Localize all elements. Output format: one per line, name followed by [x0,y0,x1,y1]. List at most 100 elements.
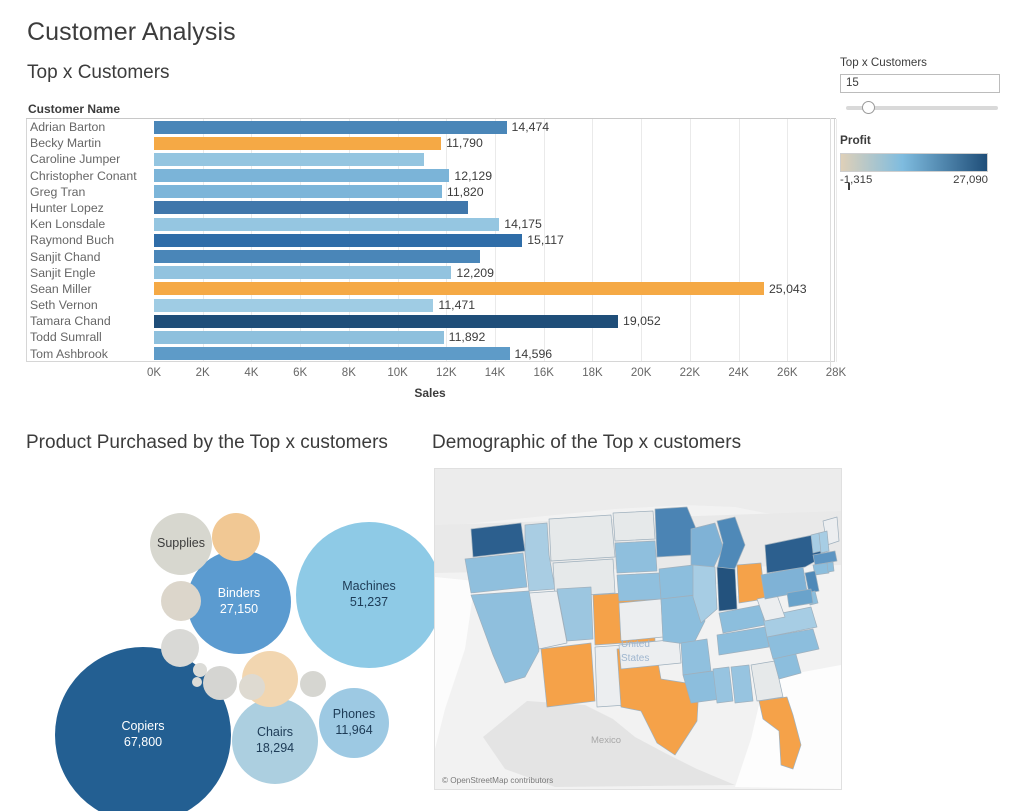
bar-row[interactable]: Greg Tran 11,820 [26,184,836,200]
bubble-value: 27,150 [219,602,259,616]
bar-row[interactable]: Raymond Buch 15,117 [26,232,836,248]
bubble-phones[interactable]: Phones 11,964 [319,688,389,758]
bar-track: 12,129 [150,168,836,184]
bar-row[interactable]: Christopher Conant 12,129 [26,168,836,184]
bar-fill[interactable] [154,233,523,247]
top-x-customers-slider[interactable] [840,100,1000,115]
bar-fill[interactable] [154,266,452,280]
bar-row[interactable]: Caroline Jumper [26,151,836,167]
bar-row[interactable]: Tamara Chand 19,052 [26,313,836,329]
map-state-or[interactable] [464,552,528,594]
dashboard-title: Customer Analysis [27,18,236,46]
bar-fill[interactable] [154,120,507,134]
bubble-unlabeled[interactable] [203,666,237,700]
bubble-unlabeled[interactable] [300,671,326,697]
bar-fill[interactable] [154,136,442,150]
bar-category-label: Ken Lonsdale [30,217,106,232]
axis-tick-label: 20K [630,367,652,379]
bar-row[interactable]: Todd Sumrall 11,892 [26,329,836,345]
bubble-chart-title: Product Purchased by the Top x customers [26,432,388,453]
bubble-unlabeled[interactable] [212,513,260,561]
bar-column-header: Customer Name [28,102,121,116]
bar-fill[interactable] [154,250,481,263]
bar-category-label: Becky Martin [30,136,102,151]
bar-row[interactable]: Sanjit Chand [26,249,836,265]
bubble-unlabeled[interactable] [161,581,201,621]
axis-tick-label: 22K [679,367,701,379]
us-choropleth-map[interactable]: United States Mexico [435,469,841,789]
bar-row[interactable]: Sanjit Engle 12,209 [26,265,836,281]
bar-row[interactable]: Becky Martin 11,790 [26,135,836,151]
bar-value-label: 14,175 [504,217,542,232]
bar-track: 11,790 [150,135,836,151]
map-state-oh[interactable] [736,562,766,604]
bar-fill[interactable] [154,152,425,166]
map-state-az[interactable] [540,642,596,708]
map-state-ri[interactable] [826,561,835,573]
bar-fill[interactable] [154,201,469,215]
map-frame[interactable]: United States Mexico © OpenStreetMap con… [434,468,842,790]
bar-value-label: 14,474 [511,120,550,134]
axis-tick-label: 14K [484,367,506,379]
bubble-machines[interactable]: Machines 51,237 [296,522,442,668]
map-state-wa[interactable] [470,522,526,558]
map-title: Demographic of the Top x customers [432,432,742,453]
bar-row[interactable]: Adrian Barton 14,474 [26,119,836,135]
bar-row[interactable]: Ken Lonsdale 14,175 [26,216,836,232]
bar-value-label: 12,129 [454,168,493,183]
bar-row[interactable]: Tom Ashbrook 14,596 [26,346,836,362]
axis-tick-label: 8K [341,367,356,379]
axis-tick-label: 10K [387,367,408,379]
top-x-customers-input[interactable] [840,73,1000,93]
bar-track [150,200,836,216]
map-state-al[interactable] [730,664,754,704]
bar-row[interactable]: Sean Miller 25,043 [26,281,836,297]
bar-fill[interactable] [154,282,764,296]
map-state-ne[interactable] [616,572,662,602]
bar-fill[interactable] [154,330,444,344]
bar-track: 12,209 [150,265,836,281]
axis-tick-label: 16K [533,367,554,379]
bar-category-label: Greg Tran [30,184,86,199]
bar-value-label: 25,043 [768,281,807,296]
product-bubble-panel: Product Purchased by the Top x customers… [24,430,442,811]
map-state-nd[interactable] [612,510,656,542]
panel-divider [830,118,831,368]
bar-fill[interactable] [154,185,442,199]
bar-row[interactable]: Hunter Lopez [26,200,836,216]
bar-fill[interactable] [154,347,510,361]
bar-fill[interactable] [154,169,450,183]
bar-category-label: Sean Miller [30,281,92,296]
bar-track: 15,117 [150,232,836,248]
bubble-unlabeled[interactable] [192,677,202,687]
map-state-ks[interactable] [618,598,664,642]
bar-fill[interactable] [154,314,619,328]
bar-value-label: 11,790 [446,136,483,151]
bubble-label: Machines [342,579,396,594]
map-state-sd[interactable] [614,540,658,574]
bubble-chairs[interactable]: Chairs 18,294 [232,698,318,784]
bubble-supplies[interactable]: Supplies [150,513,212,575]
map-state-ar[interactable] [680,638,712,676]
top-customers-bar-panel: Top x Customers Customer Name Adrian Bar… [24,60,846,415]
map-label-united-states: United [621,639,650,650]
map-state-nh[interactable] [818,530,830,554]
profit-legend-title: Profit [840,132,871,147]
bar-fill[interactable] [154,217,500,231]
filter-title: Top x Customers [840,56,927,69]
map-state-in[interactable] [716,566,738,612]
bar-row[interactable]: Seth Vernon 11,471 [26,297,836,313]
axis-tick-label: 12K [436,367,457,379]
bubble-unlabeled[interactable] [193,663,207,677]
bubble-unlabeled[interactable] [239,674,265,700]
bar-fill[interactable] [154,298,434,312]
bubble-unlabeled[interactable] [161,629,199,667]
map-state-ia[interactable] [658,564,696,600]
bar-value-label: 11,820 [446,184,484,199]
map-state-mt[interactable] [548,514,616,562]
bar-category-label: Hunter Lopez [30,200,104,215]
axis-tick-label: 26K [777,367,798,379]
axis-tick-label: 2K [195,367,210,379]
slider-knob[interactable] [861,100,875,114]
demographic-map-panel: Demographic of the Top x customers Unite… [430,430,842,800]
